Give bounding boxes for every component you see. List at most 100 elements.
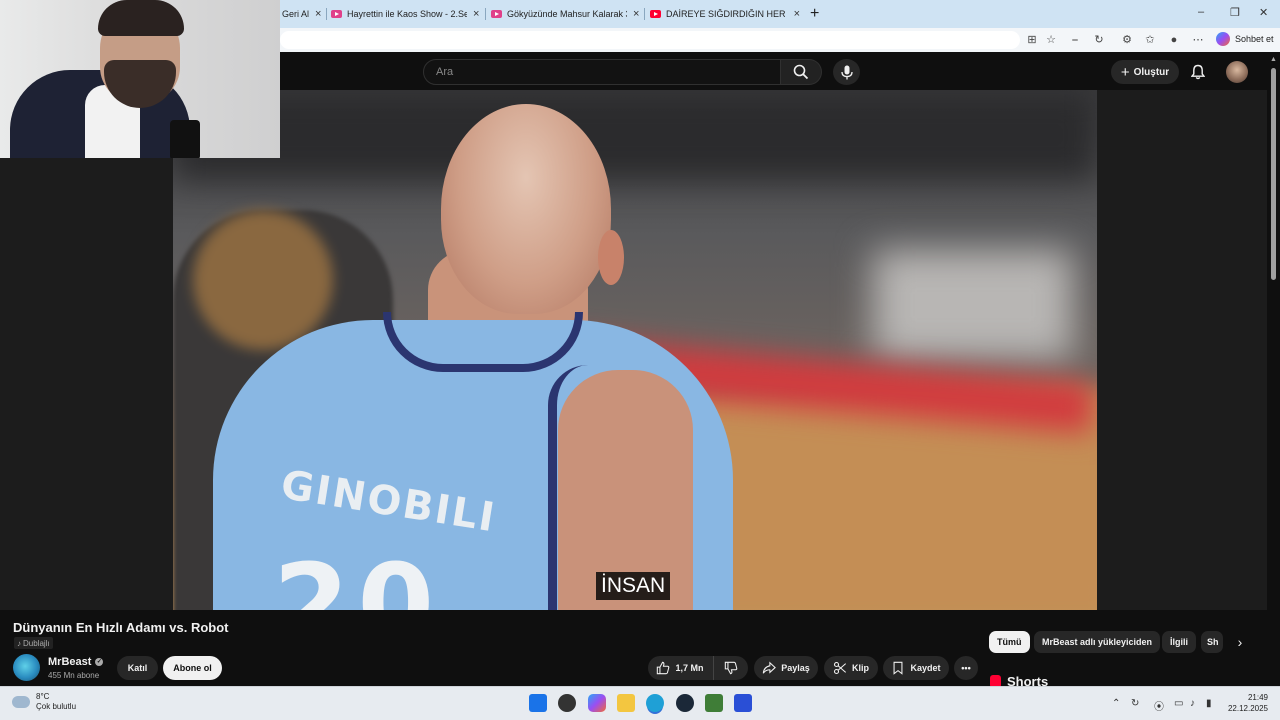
minecraft-icon[interactable] [705,694,723,712]
search-input[interactable]: Ara [423,59,781,85]
voice-search-button[interactable] [833,59,860,85]
close-tab-icon[interactable]: × [315,8,321,20]
clip-button[interactable]: Klip [824,656,878,680]
tab-title: Geri Al [282,9,310,19]
file-explorer-icon[interactable] [617,694,635,712]
youtube-icon [331,10,342,18]
close-tab-icon[interactable]: × [473,8,479,20]
more-menu-icon[interactable]: ⋯ [1191,33,1205,47]
more-actions-button[interactable]: ••• [954,656,978,680]
microphone-tray-icon[interactable]: ⦿ [1154,698,1164,713]
system-clock[interactable]: 21:49 22.12.2025 [1226,692,1268,714]
dub-icon: ♪ [17,638,21,648]
tray-overflow-icon[interactable]: ⌃ [1112,698,1120,709]
search-placeholder: Ara [436,66,454,78]
jersey-number: 20 [273,540,443,610]
volume-icon[interactable]: ♪ [1190,698,1195,709]
join-label: Katıl [127,663,148,673]
chip-from-uploader[interactable]: MrBeast adlı yükleyiciden [1034,631,1161,653]
copilot-button[interactable]: Sohbet et [1216,32,1274,46]
scroll-up-icon[interactable]: ▲ [1270,56,1277,63]
weather-widget[interactable]: 8°C Çok bulutlu [12,692,76,712]
search-icon [793,64,809,80]
video-title: Dünyanın En Hızlı Adamı vs. Robot [13,620,229,635]
page-scrollbar[interactable]: ▲ [1267,52,1280,686]
chip-related[interactable]: İlgili [1162,631,1196,653]
scissors-icon [833,661,847,675]
close-window-icon[interactable]: ✕ [1259,6,1268,19]
dub-label: Dublajlı [23,638,50,648]
share-icon [763,661,777,674]
webcam-person-hair [98,0,184,36]
channel-name: MrBeast [48,656,92,668]
tab-daireye[interactable]: DAİREYE SIĞDIRDIĞIN HER ŞEYİ S × [650,4,800,24]
tab-kaos-show[interactable]: Hayrettin ile Kaos Show - 2.Sezon × [331,4,481,24]
bookmark-icon [894,661,903,675]
chip-partial[interactable]: Sh [1201,631,1223,653]
subscribe-button[interactable]: Abone ol [163,656,222,680]
restore-icon[interactable]: ❐ [1230,6,1240,19]
close-tab-icon[interactable]: × [633,8,639,20]
channel-name-link[interactable]: MrBeast ✓ [48,656,104,668]
video-player[interactable]: GINOBILI 20 [173,90,1097,610]
battery-icon[interactable]: ▮ [1206,698,1212,709]
bell-icon [1191,64,1205,80]
microphone-icon [840,65,853,79]
dislike-button[interactable] [713,656,748,680]
edge-browser-icon[interactable] [646,694,664,712]
tab-title: Gökyüzünde Mahsur Kalarak 30 G [507,9,627,19]
tab-title: Hayrettin ile Kaos Show - 2.Sezon [347,9,467,19]
thumbs-up-icon [657,661,670,675]
split-screen-icon[interactable]: ⎯ [1068,33,1082,47]
extensions-icon[interactable]: ⚙ [1120,33,1134,47]
favorites-icon[interactable]: ✩ [1143,33,1157,47]
cloud-icon [12,696,30,708]
tab-geri-al[interactable]: Geri Al × [282,4,326,24]
video-player-head [441,104,611,314]
app-launcher-icon[interactable] [734,694,752,712]
channel-avatar[interactable] [13,654,40,681]
video-player-ear [598,230,624,285]
create-button[interactable]: + Oluştur [1111,60,1179,84]
chip-all[interactable]: Tümü [989,631,1030,653]
close-tab-icon[interactable]: × [794,8,800,20]
video-background-top [173,90,1097,180]
windows-start-icon[interactable] [529,694,547,712]
refresh-icon[interactable]: ↻ [1092,33,1106,47]
share-button[interactable]: Paylaş [754,656,818,680]
copilot-icon [1216,32,1230,46]
read-aloud-icon[interactable]: ⊞ [1025,33,1039,47]
chevron-right-icon[interactable]: › [1230,632,1250,652]
youtube-icon [650,10,661,18]
youtube-icon [491,10,502,18]
tab-gokyuzu[interactable]: Gökyüzünde Mahsur Kalarak 30 G × [491,4,641,24]
subscriber-count: 455 Mn abone [48,671,100,680]
network-icon[interactable]: ▭ [1174,698,1183,709]
search-button[interactable] [781,59,822,85]
verified-icon: ✓ [95,658,104,666]
new-tab-button[interactable]: + [810,5,819,23]
minimize-icon[interactable]: – [1198,6,1204,18]
save-button[interactable]: Kaydet [883,656,949,680]
user-avatar[interactable] [1226,61,1248,83]
create-label: Oluştur [1133,66,1170,78]
sync-icon[interactable]: ↻ [1131,698,1139,709]
favorite-star-icon[interactable]: ☆ [1044,33,1058,47]
address-bar[interactable] [280,31,1020,49]
screen: Geri Al × Hayrettin ile Kaos Show - 2.Se… [0,0,1280,720]
steam-like-app-icon[interactable] [558,694,576,712]
like-dislike-group: 1,7 Mn [648,656,748,680]
steam-icon[interactable] [676,694,694,712]
webcam-overlay [0,0,280,158]
notifications-button[interactable] [1188,62,1208,82]
copilot-label: Sohbet et [1235,34,1274,44]
tab-separator [644,8,645,20]
join-button[interactable]: Katıl [117,656,158,680]
scrollbar-thumb[interactable] [1271,68,1276,280]
tab-title: DAİREYE SIĞDIRDIĞIN HER ŞEYİ S [666,9,788,19]
weather-temp: 8°C [36,692,50,701]
clock-date: 22.12.2025 [1227,704,1268,713]
profile-icon[interactable]: ● [1167,33,1181,47]
copilot-taskbar-icon[interactable] [588,694,606,712]
like-button[interactable]: 1,7 Mn [648,656,712,680]
